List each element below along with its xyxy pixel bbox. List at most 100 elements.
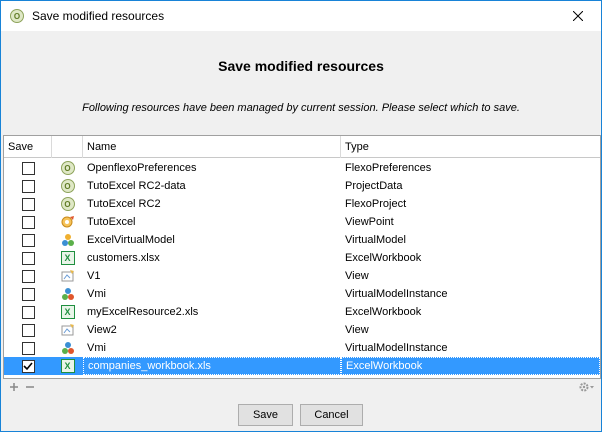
save-checkbox[interactable] xyxy=(21,287,35,301)
resource-type: ProjectData xyxy=(345,180,403,192)
add-button[interactable] xyxy=(7,381,21,395)
resources-table: Save Name Type O OpenflexoPreferences Flex… xyxy=(3,135,601,379)
save-cell xyxy=(4,195,52,213)
save-checkbox[interactable] xyxy=(21,323,35,337)
table-row[interactable]: O TutoExcel RC2-data ProjectData xyxy=(4,177,600,195)
excel-icon: X xyxy=(60,251,75,265)
save-checkbox[interactable] xyxy=(21,233,35,247)
viewpoint-icon xyxy=(61,215,75,229)
save-cell xyxy=(4,303,52,321)
save-cell xyxy=(4,159,52,177)
save-cell xyxy=(4,267,52,285)
table-row[interactable]: ExcelVirtualModel VirtualModel xyxy=(4,231,600,249)
resource-name: OpenflexoPreferences xyxy=(87,162,197,174)
column-header-icon[interactable] xyxy=(52,136,83,158)
save-button[interactable]: Save xyxy=(238,404,293,426)
minus-icon xyxy=(26,386,34,388)
resource-icon-cell: O xyxy=(52,159,83,177)
close-button[interactable] xyxy=(555,1,601,31)
dialog-buttons: Save Cancel xyxy=(1,404,601,426)
cancel-button[interactable]: Cancel xyxy=(300,404,363,426)
resource-name: Vmi xyxy=(87,342,106,354)
resource-type: View xyxy=(345,270,369,282)
table-row[interactable]: Xcustomers.xlsx ExcelWorkbook xyxy=(4,249,600,267)
table-row[interactable]: Xcompanies_workbook.xls ExcelWorkbook xyxy=(4,357,600,375)
header-title: Save modified resources xyxy=(218,58,384,74)
save-resources-dialog: O Save modified resources Save modified … xyxy=(0,0,602,432)
resource-name: companies_workbook.xls xyxy=(83,357,341,375)
flexo-icon: O xyxy=(60,179,75,193)
table-row[interactable]: TutoExcel ViewPoint xyxy=(4,213,600,231)
excel-icon: X xyxy=(60,305,75,319)
resource-icon-cell xyxy=(52,321,83,339)
resource-icon-cell: X xyxy=(52,357,83,375)
resource-name: TutoExcel xyxy=(87,216,136,228)
save-checkbox[interactable] xyxy=(21,215,35,229)
table-row[interactable]: V1 View xyxy=(4,267,600,285)
save-checkbox[interactable] xyxy=(21,305,35,319)
flexo-icon: O xyxy=(60,161,75,175)
save-checkbox[interactable] xyxy=(21,251,35,265)
table-row[interactable]: O TutoExcel RC2 FlexoProject xyxy=(4,195,600,213)
resource-type: ExcelWorkbook xyxy=(345,306,422,318)
save-checkbox[interactable] xyxy=(21,179,35,193)
resource-type: VirtualModel xyxy=(345,234,406,246)
resource-icon-cell xyxy=(52,231,83,249)
save-cell xyxy=(4,177,52,195)
save-cell xyxy=(4,213,52,231)
virtual-model-instance-icon xyxy=(61,287,75,301)
save-checkbox[interactable] xyxy=(21,197,35,211)
table-row[interactable]: Vmi VirtualModelInstance xyxy=(4,285,600,303)
resource-type: ExcelWorkbook xyxy=(341,357,600,375)
resource-type: FlexoProject xyxy=(345,198,407,210)
resource-type: VirtualModelInstance xyxy=(345,342,448,354)
resource-name: customers.xlsx xyxy=(87,252,160,264)
save-cell xyxy=(4,321,52,339)
resource-name: Vmi xyxy=(87,288,106,300)
resource-name: View2 xyxy=(87,324,117,336)
settings-button[interactable] xyxy=(577,381,597,395)
plus-icon xyxy=(10,383,18,391)
checkmark-icon xyxy=(23,362,33,371)
table-body: O OpenflexoPreferences FlexoPreferences O Tu… xyxy=(4,159,600,375)
table-row[interactable]: O OpenflexoPreferences FlexoPreferences xyxy=(4,159,600,177)
save-cell xyxy=(4,231,52,249)
virtual-model-instance-icon xyxy=(61,341,75,355)
resource-name: myExcelResource2.xls xyxy=(87,306,199,318)
resource-icon-cell xyxy=(52,267,83,285)
excel-icon: X xyxy=(60,359,75,373)
save-checkbox[interactable] xyxy=(21,161,35,175)
save-checkbox[interactable] xyxy=(21,341,35,355)
resource-type: FlexoPreferences xyxy=(345,162,432,174)
save-checkbox[interactable] xyxy=(21,269,35,283)
window-title: Save modified resources xyxy=(32,9,165,23)
resource-type: VirtualModelInstance xyxy=(345,288,448,300)
remove-button[interactable] xyxy=(23,381,37,395)
column-header-type[interactable]: Type xyxy=(341,136,600,158)
table-row[interactable]: View2 View xyxy=(4,321,600,339)
resource-icon-cell: O xyxy=(52,195,83,213)
table-row[interactable]: XmyExcelResource2.xls ExcelWorkbook xyxy=(4,303,600,321)
save-cell xyxy=(4,249,52,267)
table-header: Save Name Type xyxy=(4,136,600,158)
resource-icon-cell xyxy=(52,213,83,231)
openflexo-app-icon: O xyxy=(10,9,24,23)
view-icon xyxy=(61,323,75,337)
save-cell xyxy=(4,339,52,357)
table-toolbar xyxy=(3,379,601,399)
resource-name: TutoExcel RC2 xyxy=(87,198,161,210)
save-checkbox[interactable] xyxy=(21,359,35,373)
table-row[interactable]: Vmi VirtualModelInstance xyxy=(4,339,600,357)
dialog-header: Save modified resources Following resour… xyxy=(1,31,601,131)
column-header-save[interactable]: Save xyxy=(4,136,52,158)
resource-icon-cell xyxy=(52,285,83,303)
resource-type: ExcelWorkbook xyxy=(345,252,422,264)
flexo-icon: O xyxy=(60,197,75,211)
resource-type: ViewPoint xyxy=(345,216,394,228)
save-cell xyxy=(4,285,52,303)
save-cell xyxy=(4,357,52,375)
close-icon xyxy=(573,11,583,21)
resource-icon-cell: X xyxy=(52,249,83,267)
column-header-name[interactable]: Name xyxy=(83,136,341,158)
resource-name: ExcelVirtualModel xyxy=(87,234,175,246)
